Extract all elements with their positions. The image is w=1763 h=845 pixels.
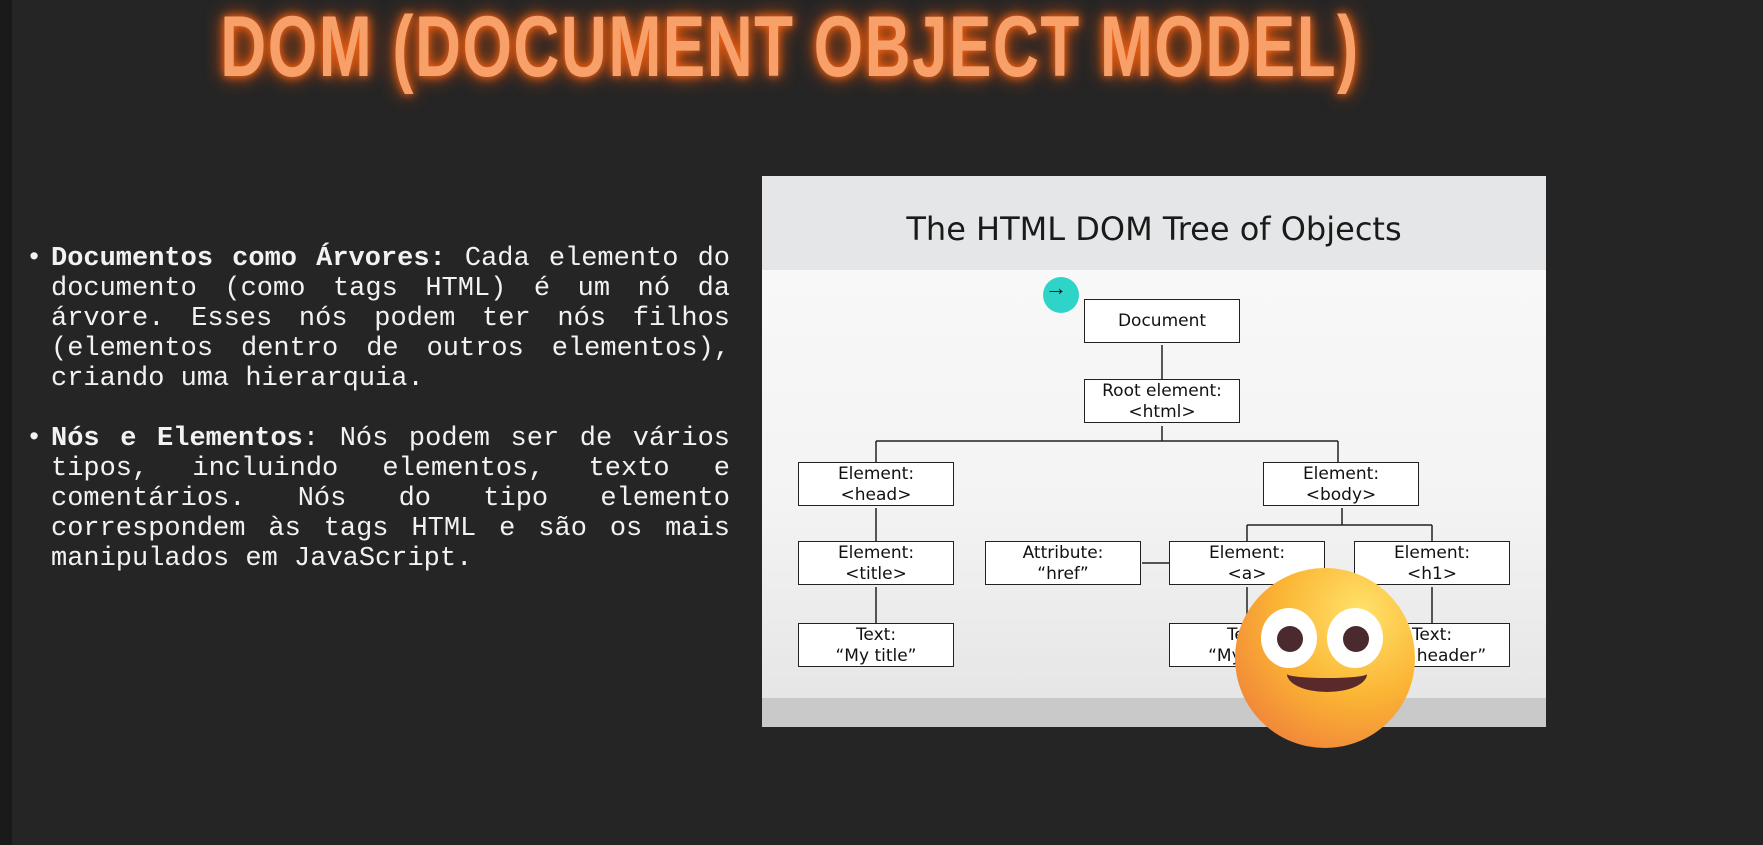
bullet-item: • Nós e Elementos: Nós podem ser de vári… bbox=[26, 424, 730, 574]
smiling-face-emoji-icon bbox=[1235, 568, 1415, 748]
node-text-title: Text: “My title” bbox=[798, 623, 954, 667]
slide-title: DOM (DOCUMENT OBJECT MODEL) bbox=[220, 0, 1360, 95]
node-head: Element: <head> bbox=[798, 462, 954, 506]
node-document: Document bbox=[1084, 299, 1240, 343]
node-root: Root element: <html> bbox=[1084, 379, 1240, 423]
node-attribute: Attribute: “href” bbox=[985, 541, 1141, 585]
dom-tree-diagram: The HTML DOM Tree of Objects Document Ro… bbox=[762, 176, 1546, 727]
bullet-dot: • bbox=[26, 424, 43, 454]
bullet-list: • Documentos como Árvores: Cada elemento… bbox=[26, 244, 730, 604]
node-body: Element: <body> bbox=[1263, 462, 1419, 506]
slide-edge bbox=[0, 0, 12, 845]
node-h1: Element: <h1> bbox=[1354, 541, 1510, 585]
node-title: Element: <title> bbox=[798, 541, 954, 585]
cursor-highlight: → bbox=[1043, 275, 1079, 313]
bullet-item: • Documentos como Árvores: Cada elemento… bbox=[26, 244, 730, 394]
arrow-right-icon: → bbox=[1045, 275, 1067, 300]
bullet-heading: Documentos como Árvores: bbox=[51, 244, 446, 274]
bullet-heading: Nós e Elementos bbox=[51, 424, 303, 454]
bullet-dot: • bbox=[26, 244, 43, 274]
